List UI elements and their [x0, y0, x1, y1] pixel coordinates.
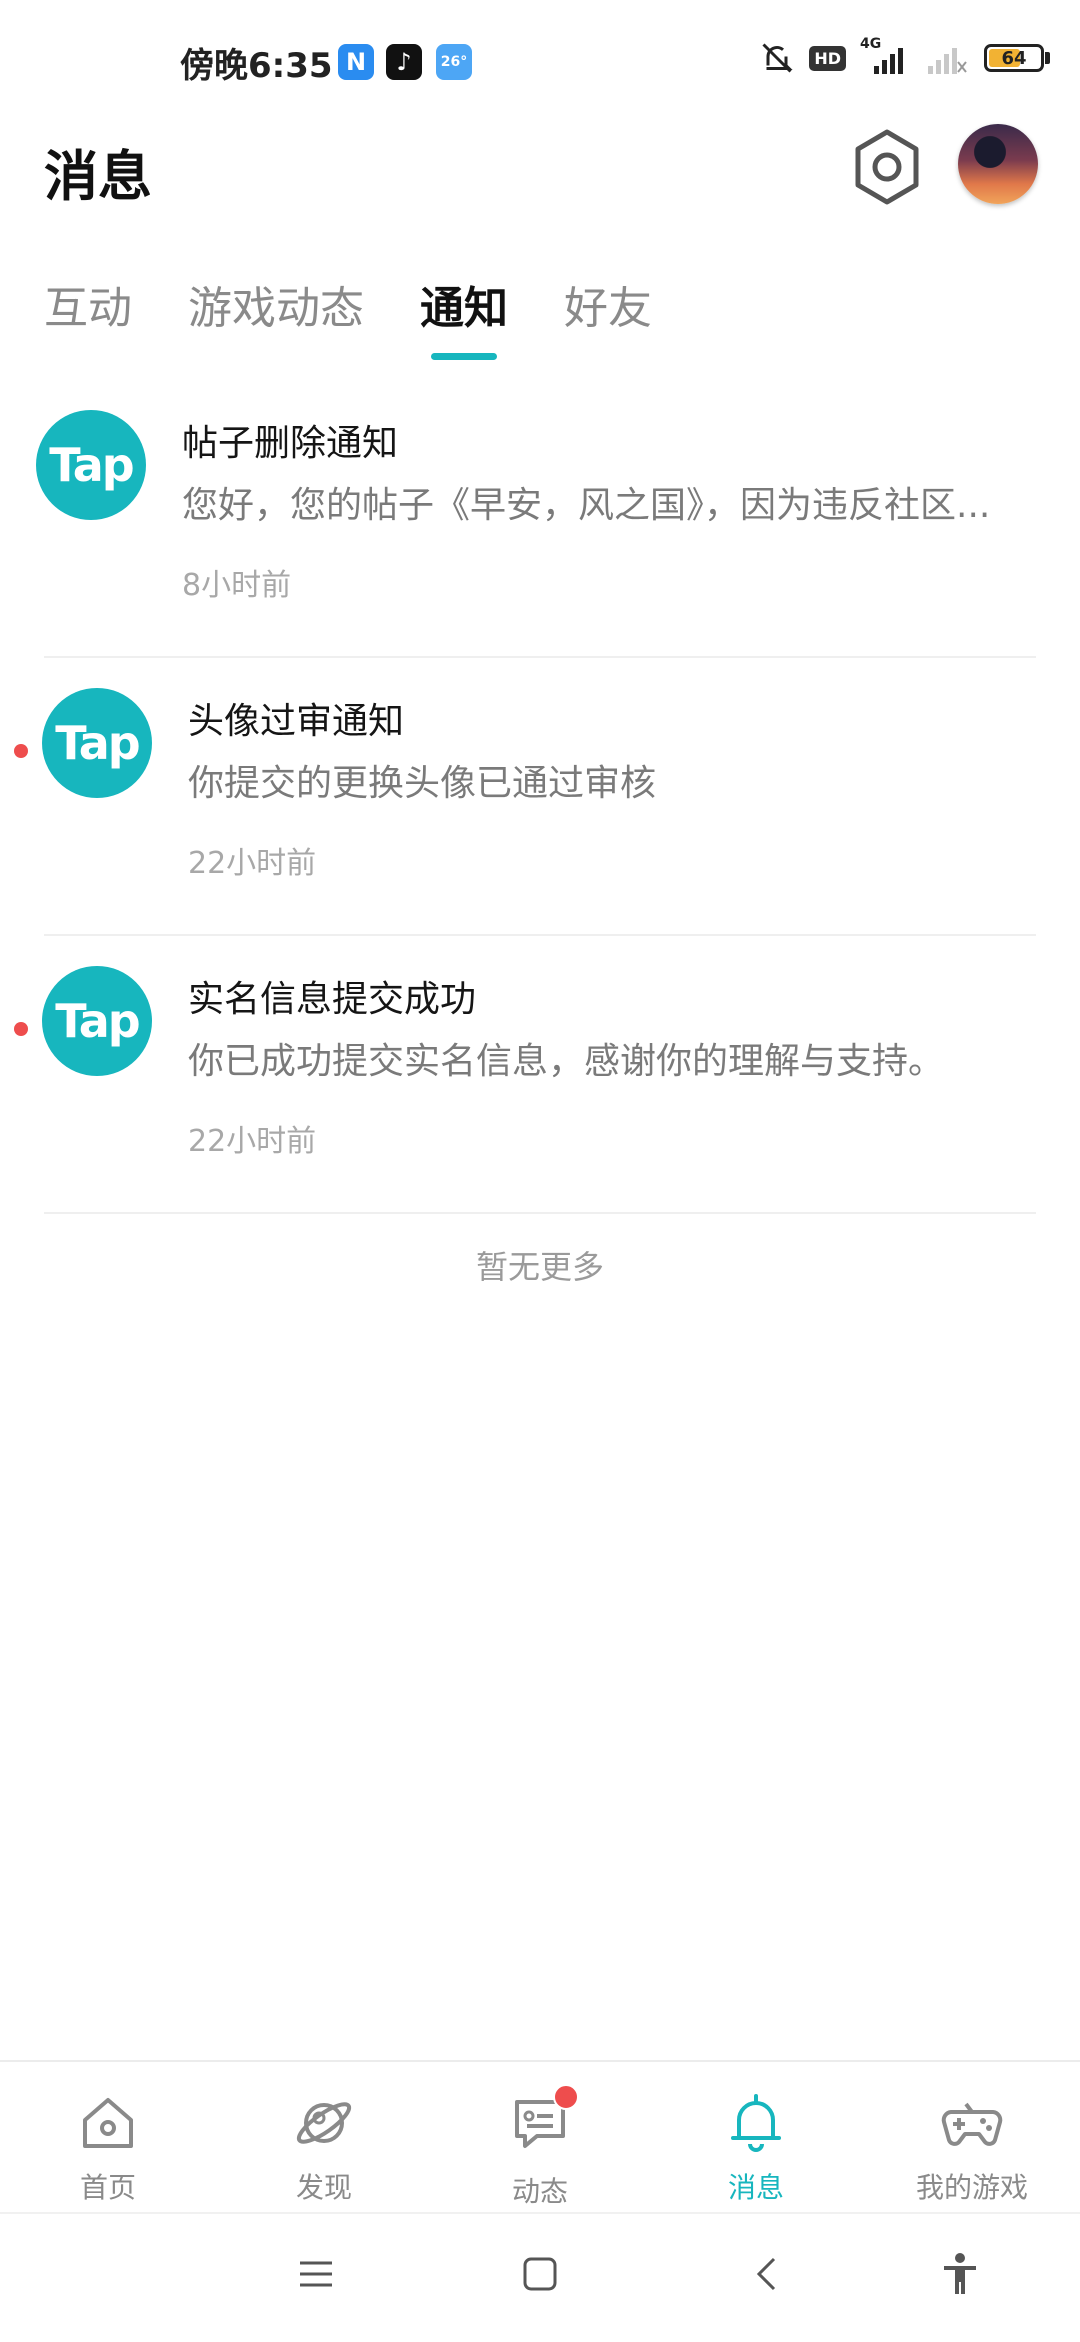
- settings-button[interactable]: [852, 128, 922, 206]
- n-app-icon: N: [338, 44, 374, 80]
- tab-bar: 互动 游戏动态 通知 好友: [44, 272, 708, 360]
- home-button[interactable]: [510, 2244, 570, 2304]
- signal-empty-icon: [928, 48, 967, 74]
- square-icon: [523, 2257, 557, 2291]
- notification-time: 22小时前: [188, 1124, 317, 1159]
- nav-badge: [553, 2084, 579, 2110]
- battery-icon: 64: [984, 44, 1050, 72]
- nav-discover[interactable]: 发现: [216, 2062, 432, 2212]
- back-icon: [756, 2257, 776, 2291]
- notification-list: Tap 帖子删除通知 您好，您的帖子《早安，风之国》，因为违反社区... 8小时…: [0, 380, 1080, 1214]
- notification-body: 你已成功提交实名信息，感谢你的理解与支持。: [188, 1041, 945, 1082]
- system-nav-bar: [0, 2212, 1080, 2342]
- signal-icon: 4G: [860, 36, 912, 76]
- notification-item[interactable]: Tap 头像过审通知 你提交的更换头像已通过审核 22小时前: [0, 658, 1080, 936]
- tiktok-icon: ♪: [386, 44, 422, 80]
- menu-icon: [300, 2261, 332, 2287]
- notification-title: 头像过审通知: [188, 701, 405, 742]
- tab-active-indicator: [431, 353, 497, 360]
- unread-dot: [14, 744, 28, 758]
- mute-bell-icon: [762, 43, 793, 73]
- tap-logo-icon: Tap: [42, 966, 152, 1076]
- status-time: 傍晚6:35: [180, 46, 333, 86]
- notification-title: 实名信息提交成功: [188, 979, 477, 1020]
- nav-messages[interactable]: 消息: [648, 2062, 864, 2212]
- accessibility-icon: [944, 2253, 976, 2294]
- no-more-text: 暂无更多: [475, 1248, 604, 1286]
- status-indicators: HD 4G 64: [759, 36, 1050, 76]
- nav-label: 发现: [295, 2171, 352, 2204]
- battery-level: 64: [1001, 47, 1027, 69]
- unread-dot: [14, 1022, 28, 1036]
- accessibility-button[interactable]: [930, 2244, 990, 2304]
- bell-icon: [731, 2094, 781, 2152]
- menu-button[interactable]: [286, 2244, 346, 2304]
- tab-friends[interactable]: 好友: [564, 272, 652, 360]
- notification-time: 22小时前: [188, 846, 317, 881]
- notification-time: 8小时前: [182, 568, 292, 603]
- notification-body: 您好，您的帖子《早安，风之国》，因为违反社区...: [182, 485, 991, 526]
- status-bar: 傍晚6:35 N ♪ 26° HD 4G 64: [0, 0, 1080, 125]
- weather-icon: 26°: [436, 44, 472, 80]
- nav-feed[interactable]: 动态: [432, 2062, 648, 2212]
- gamepad-icon: [941, 2102, 1003, 2146]
- bottom-nav: 首页 发现 动态 消息 我的游戏: [0, 2060, 1080, 2212]
- notification-item[interactable]: Tap 帖子删除通知 您好，您的帖子《早安，风之国》，因为违反社区... 8小时…: [0, 380, 1080, 658]
- planet-icon: [296, 2102, 352, 2144]
- avatar[interactable]: [958, 124, 1038, 204]
- nav-label: 消息: [727, 2171, 784, 2204]
- nav-label: 首页: [79, 2171, 136, 2204]
- tab-notifications[interactable]: 通知: [420, 272, 508, 360]
- notification-body: 你提交的更换头像已通过审核: [188, 763, 657, 804]
- divider: [44, 1212, 1036, 1214]
- nav-label: 动态: [511, 2175, 568, 2208]
- back-button[interactable]: [736, 2244, 796, 2304]
- hd-badge: HD: [809, 45, 846, 71]
- tab-game-updates[interactable]: 游戏动态: [188, 272, 364, 360]
- tap-logo-icon: Tap: [42, 688, 152, 798]
- home-icon: [83, 2098, 133, 2148]
- nav-label: 我的游戏: [915, 2171, 1028, 2204]
- notification-title: 帖子删除通知: [182, 423, 399, 464]
- tab-interaction[interactable]: 互动: [44, 272, 132, 360]
- notification-item[interactable]: Tap 实名信息提交成功 你已成功提交实名信息，感谢你的理解与支持。 22小时前: [0, 936, 1080, 1214]
- tap-logo-icon: Tap: [36, 410, 146, 520]
- settings-icon: [855, 129, 919, 205]
- nav-my-games[interactable]: 我的游戏: [864, 2062, 1080, 2212]
- page-title: 消息: [44, 145, 152, 208]
- nav-home[interactable]: 首页: [0, 2062, 216, 2212]
